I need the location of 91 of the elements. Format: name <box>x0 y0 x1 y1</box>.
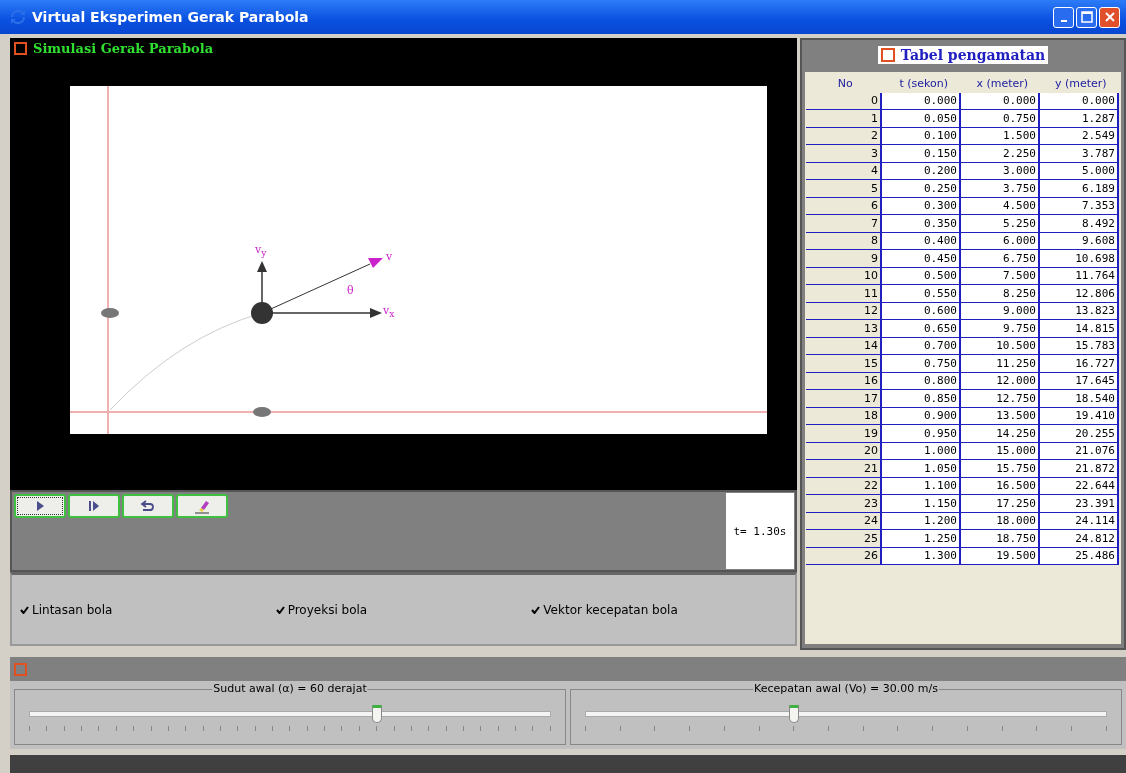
vector-label: v <box>386 250 393 263</box>
table-cell: 0.750 <box>961 110 1040 128</box>
table-cell: 0.650 <box>882 320 961 338</box>
angle-label: θ <box>347 284 354 297</box>
table-cell: 18.750 <box>961 530 1040 548</box>
table-cell: 9 <box>806 250 882 268</box>
option-checkbox[interactable]: Proyeksi bola <box>275 602 532 617</box>
table-cell: 7 <box>806 215 882 233</box>
clear-button[interactable] <box>176 494 228 518</box>
minimize-button[interactable] <box>1053 6 1074 28</box>
table-cell: 15 <box>806 355 882 373</box>
table-cell: 8.492 <box>1040 215 1119 233</box>
slider-track[interactable] <box>585 703 1107 724</box>
table-cell: 0.550 <box>882 285 961 303</box>
simulation-title: Simulasi Gerak Parabola <box>33 41 214 56</box>
table-cell: 14.250 <box>961 425 1040 443</box>
table-cell: 0.850 <box>882 390 961 408</box>
check-icon <box>531 605 541 614</box>
maximize-icon <box>1080 11 1093 23</box>
table-cell: 9.750 <box>961 320 1040 338</box>
play-button[interactable] <box>14 494 66 518</box>
table-cell: 0.150 <box>882 145 961 163</box>
table-cell: 12.750 <box>961 390 1040 408</box>
table-cell: 8.250 <box>961 285 1040 303</box>
table-cell: 1 <box>806 110 882 128</box>
check-icon <box>20 605 29 614</box>
projection-marker <box>253 407 271 417</box>
table-cell: 20.255 <box>1040 425 1119 443</box>
table-cell: 3.750 <box>961 180 1040 198</box>
close-icon <box>1103 11 1116 23</box>
vector-label: v$_{x}$ <box>383 304 395 320</box>
minimize-icon <box>1060 20 1067 22</box>
checkbox-icon <box>14 662 27 676</box>
table-cell: 6.750 <box>961 250 1040 268</box>
table-cell: 1.050 <box>882 460 961 478</box>
vector-label: v$_{y}$ <box>255 243 267 259</box>
table-cell: 1.287 <box>1040 110 1119 128</box>
app-icon <box>10 9 26 25</box>
projection-marker <box>101 308 119 318</box>
table-cell: 21.872 <box>1040 460 1119 478</box>
undo-arrow-icon <box>140 498 156 514</box>
table-cell: 14.815 <box>1040 320 1119 338</box>
table-cell: 19 <box>806 425 882 443</box>
table-cell: 0.050 <box>882 110 961 128</box>
slider-label: Kecepatan awal (Vo) = 30.00 m/s <box>753 682 939 695</box>
table-cell: 25 <box>806 530 882 548</box>
close-button[interactable] <box>1099 6 1120 28</box>
table-cell: 1.150 <box>882 495 961 513</box>
table-cell: 0.350 <box>882 215 961 233</box>
time-readout: t= 1.30s <box>733 524 787 538</box>
table-cell: 0.950 <box>882 425 961 443</box>
table-cell: 3 <box>806 145 882 163</box>
option-checkbox[interactable]: Vektor kecepatan bola <box>531 602 787 617</box>
table-cell: 13 <box>806 320 882 338</box>
table-cell: 5.250 <box>961 215 1040 233</box>
table-cell: 2.250 <box>961 145 1040 163</box>
checkbox-icon <box>14 42 27 55</box>
table-cell: 17 <box>806 390 882 408</box>
slider-thumb[interactable] <box>788 704 799 723</box>
ball <box>251 302 273 324</box>
table-title: Tabel pengamatan <box>877 46 1049 64</box>
slider-label: Sudut awal (α) = 60 derajat <box>212 682 368 695</box>
table-cell: 18.540 <box>1040 390 1119 408</box>
table-cell: 12.806 <box>1040 285 1119 303</box>
table-cell: 21 <box>806 460 882 478</box>
table-cell: 17.250 <box>961 495 1040 513</box>
step-button[interactable] <box>68 494 120 518</box>
table-cell: 0.750 <box>882 355 961 373</box>
table-cell: 23 <box>806 495 882 513</box>
step-icon <box>87 499 101 513</box>
eraser-icon <box>194 498 210 514</box>
table-cell: 23.391 <box>1040 495 1119 513</box>
window-title: Virtual Eksperimen Gerak Parabola <box>32 9 309 25</box>
slider-thumb[interactable] <box>372 704 383 723</box>
table-cell: 6.189 <box>1040 180 1119 198</box>
slider-track[interactable] <box>29 703 551 724</box>
table-cell: 15.750 <box>961 460 1040 478</box>
table-cell: 11 <box>806 285 882 303</box>
table-cell: 1.250 <box>882 530 961 548</box>
maximize-button[interactable] <box>1076 6 1097 28</box>
table-cell: 24.812 <box>1040 530 1119 548</box>
table-cell: 0.450 <box>882 250 961 268</box>
table-cell: 10.698 <box>1040 250 1119 268</box>
table-cell: 0.250 <box>882 180 961 198</box>
table-cell: 3.787 <box>1040 145 1119 163</box>
option-checkbox[interactable]: Lintasan bola <box>20 602 276 617</box>
check-icon <box>275 605 285 614</box>
table-cell: 11.250 <box>961 355 1040 373</box>
table-cell: 16.727 <box>1040 355 1119 373</box>
reset-button[interactable] <box>122 494 174 518</box>
table-cell: 5 <box>806 180 882 198</box>
